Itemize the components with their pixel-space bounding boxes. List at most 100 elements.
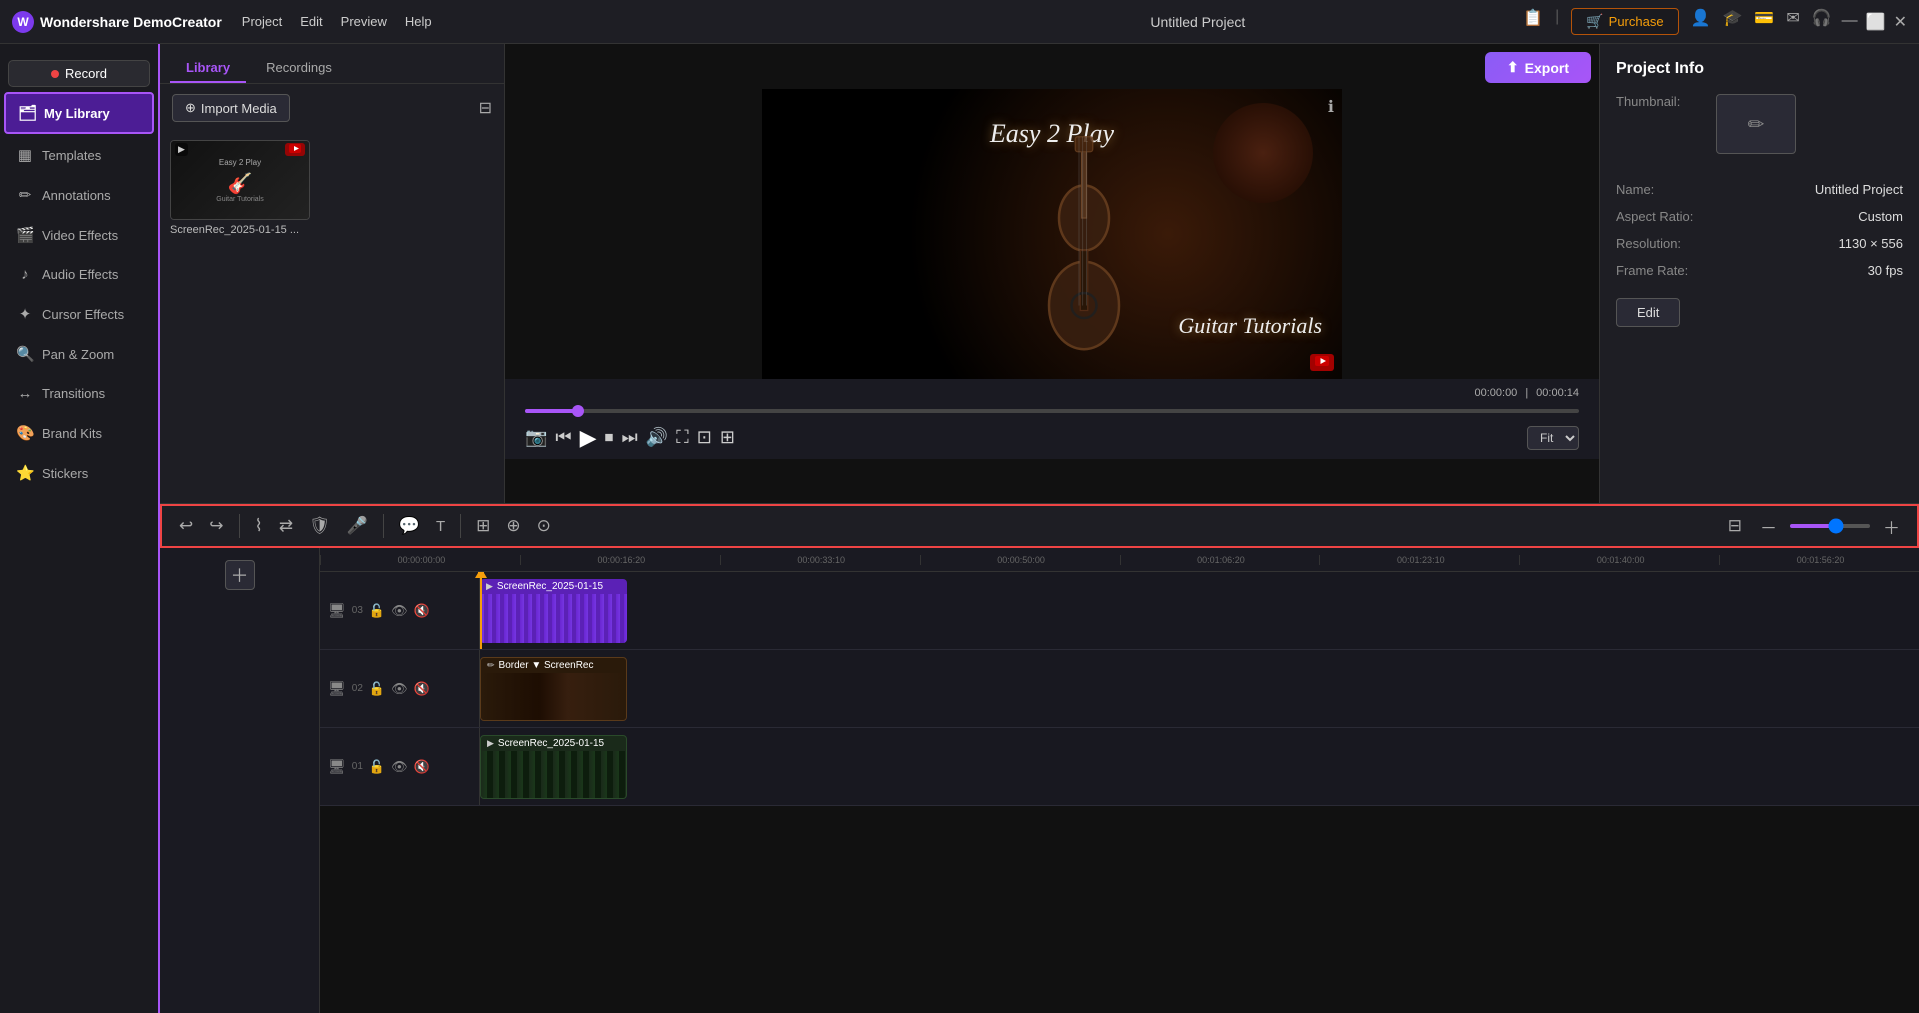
card-icon[interactable]: 💳 (1754, 8, 1774, 35)
clip-header-03: ▶ ScreenRec_2025-01-15 (480, 579, 627, 594)
clip-body-02 (481, 673, 626, 720)
sidebar-item-audio-effects[interactable]: ♪ Audio Effects (4, 256, 154, 293)
split-button[interactable]: ⌇ (250, 512, 268, 540)
track-clip-03[interactable]: ▶ ScreenRec_2025-01-15 (480, 579, 627, 643)
menu-help[interactable]: Help (405, 14, 432, 29)
sidebar-item-annotations[interactable]: ✏ Annotations (4, 176, 154, 214)
library-grid: Easy 2 Play 🎸 Guitar Tutorials ▶ ScreenR… (160, 132, 504, 244)
sidebar-item-transitions[interactable]: ↔ Transitions (4, 375, 154, 412)
track-body-02[interactable]: ✏ Border ▼ ScreenRec (480, 650, 1919, 727)
sidebar-label-brand-kits: Brand Kits (42, 426, 102, 441)
menu-edit[interactable]: Edit (300, 14, 322, 29)
track-num-02: 02 (352, 683, 363, 694)
track-body-01[interactable]: ▶ ScreenRec_2025-01-15 (480, 728, 1919, 805)
thumbnail-preview[interactable]: ✏ (1716, 94, 1796, 154)
clipboard-icon[interactable]: 📋 (1523, 8, 1543, 35)
track-visibility-03[interactable]: 👁 (391, 603, 408, 619)
track-mute-02[interactable]: 🔇 (414, 681, 430, 697)
sidebar-item-templates[interactable]: ▦ Templates (4, 136, 154, 174)
headset-icon[interactable]: 🎧 (1812, 8, 1832, 35)
tab-recordings[interactable]: Recordings (250, 54, 348, 83)
track-visibility-01[interactable]: 👁 (391, 759, 408, 775)
step-forward-btn[interactable]: ⏭ (622, 427, 638, 448)
info-icon[interactable]: ℹ (1328, 97, 1334, 117)
sidebar-item-video-effects[interactable]: 🎬 Video Effects (4, 216, 154, 254)
stop-btn[interactable]: ⏹ (605, 427, 614, 448)
add-button[interactable]: ⊕ (501, 512, 525, 540)
ruler-mark-7: 00:01:56:20 (1719, 555, 1919, 565)
sidebar: Record 🗂 My Library ▦ Templates ✏ Annota… (0, 44, 160, 1013)
track-lock-01[interactable]: 🔓 (369, 759, 385, 775)
redo-button[interactable]: ↪ (204, 512, 228, 540)
close-btn[interactable]: ✕ (1894, 12, 1907, 32)
track-body-03[interactable]: ▶ ScreenRec_2025-01-15 (480, 572, 1919, 649)
track-icon-01: 🖥 (328, 758, 346, 775)
target-button[interactable]: ⊙ (532, 512, 556, 540)
text-button[interactable]: T (431, 514, 450, 539)
track-clip-01[interactable]: ▶ ScreenRec_2025-01-15 (480, 735, 627, 799)
menu-project[interactable]: Project (242, 14, 282, 29)
ruler-marks: 00:00:00:00 00:00:16:20 00:00:33:10 00:0… (320, 555, 1919, 565)
templates-icon: ▦ (16, 146, 34, 164)
layout-button[interactable]: ⊞ (471, 512, 495, 540)
library-toolbar: ⊕ Import Media ⊟ (160, 84, 504, 132)
zoom-out-button[interactable]: － (1755, 510, 1782, 543)
comment-button[interactable]: 💬 (394, 512, 425, 540)
speed-button[interactable]: ⇄ (274, 512, 298, 540)
track-lock-03[interactable]: 🔓 (369, 603, 385, 619)
volume-btn[interactable]: 🔊 (646, 427, 668, 448)
play-btn[interactable]: ▶ (580, 425, 597, 451)
maximize-btn[interactable]: ⬜ (1866, 12, 1886, 32)
minimize-btn[interactable]: — (1842, 12, 1858, 32)
export-button[interactable]: ⬆ Export (1485, 52, 1591, 83)
screenshot-btn[interactable]: 📷 (525, 427, 547, 448)
sidebar-item-my-library[interactable]: 🗂 My Library (4, 92, 154, 134)
fullscreen-btn[interactable]: ⛶ (676, 427, 689, 448)
track-visibility-02[interactable]: 👁 (391, 681, 408, 697)
step-back-btn[interactable]: ⏮ (555, 427, 571, 448)
mic-button[interactable]: 🎤 (342, 512, 373, 540)
app-name: Wondershare DemoCreator (40, 14, 222, 30)
list-item[interactable]: Easy 2 Play 🎸 Guitar Tutorials ▶ ScreenR… (170, 140, 310, 236)
menu-preview[interactable]: Preview (341, 14, 387, 29)
track-mute-01[interactable]: 🔇 (414, 759, 430, 775)
shield-button[interactable]: 🛡 (304, 512, 336, 540)
zoom-slider[interactable] (1790, 524, 1870, 528)
sidebar-item-cursor-effects[interactable]: ✦ Cursor Effects (4, 295, 154, 333)
track-mute-03[interactable]: 🔇 (414, 603, 430, 619)
progress-thumb[interactable] (572, 405, 584, 417)
undo-button[interactable]: ↩ (174, 512, 198, 540)
track-controls-03: 🔓 👁 🔇 (369, 603, 430, 619)
aspect-ratio-label: Aspect Ratio: (1616, 209, 1693, 224)
sidebar-item-brand-kits[interactable]: 🎨 Brand Kits (4, 414, 154, 452)
email-icon[interactable]: ✉ (1786, 8, 1799, 35)
track-lock-02[interactable]: 🔓 (369, 681, 385, 697)
frame-rate-row: Frame Rate: 30 fps (1616, 263, 1903, 278)
import-label: Import Media (201, 101, 277, 116)
tab-library[interactable]: Library (170, 54, 246, 83)
sidebar-label-transitions: Transitions (42, 386, 105, 401)
ruler-mark-6: 00:01:40:00 (1519, 555, 1719, 565)
track-header-02: 🖥 02 🔓 👁 🔇 (320, 650, 480, 727)
video-controls: 00:00:00 | 00:00:14 📷 ⏮ ▶ ⏹ ⏭ 🔊 (505, 379, 1599, 459)
zoom-in-button[interactable]: ＋ (1878, 510, 1905, 543)
resize-btn[interactable]: ⊞ (720, 427, 735, 448)
filter-icon[interactable]: ⊟ (479, 98, 492, 118)
video-progress-bar[interactable] (525, 409, 1579, 413)
import-media-button[interactable]: ⊕ Import Media (172, 94, 290, 122)
record-button[interactable]: Record (8, 60, 150, 87)
separator-2 (383, 514, 384, 538)
account-icon[interactable]: 👤 (1691, 8, 1711, 35)
fit-select[interactable]: Fit (1527, 426, 1579, 450)
sidebar-item-stickers[interactable]: ⭐ Stickers (4, 454, 154, 492)
purchase-button[interactable]: 🛒 Purchase (1571, 8, 1678, 35)
purchase-label: Purchase (1609, 14, 1664, 29)
academic-icon[interactable]: 🎓 (1723, 8, 1743, 35)
fit-timeline-button[interactable]: ⊟ (1723, 512, 1747, 540)
add-track-button[interactable]: ＋ (225, 560, 255, 590)
sidebar-item-pan-zoom[interactable]: 🔍 Pan & Zoom (4, 335, 154, 373)
track-clip-02[interactable]: ✏ Border ▼ ScreenRec (480, 657, 627, 721)
project-info-title: Project Info (1616, 60, 1903, 78)
crop-btn[interactable]: ⊡ (697, 427, 712, 448)
edit-button[interactable]: Edit (1616, 298, 1680, 327)
